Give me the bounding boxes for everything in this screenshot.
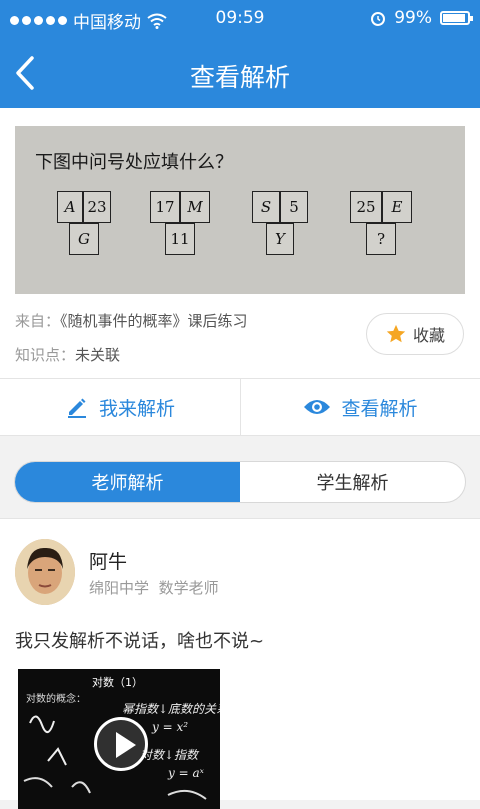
video-line4: y = aˣ — [167, 766, 205, 780]
video-line3: 对数↓指数 — [140, 748, 200, 762]
knowledge-line: 知识点：未关联 — [15, 344, 120, 365]
video-thumbnail[interactable]: 对数（1） 对数的概念： 幂指数↓底数的关系 y = x² 对数↓指数 y = … — [18, 669, 220, 809]
puzzle-cell: 23 — [83, 191, 111, 223]
source-label: 来自： — [15, 312, 61, 330]
question-image[interactable]: 下图中问号处应填什么？ A 23 G 17 M 11 S 5 Y 25 E ? — [15, 126, 465, 294]
knowledge-value: 未关联 — [75, 346, 121, 364]
knowledge-label: 知识点： — [15, 346, 76, 364]
question-prompt: 下图中问号处应填什么？ — [35, 152, 233, 173]
avatar[interactable] — [15, 539, 75, 605]
battery-icon — [440, 11, 473, 25]
view-analysis-button[interactable]: 查看解析 — [240, 379, 480, 435]
puzzle-cell: 11 — [165, 223, 195, 255]
play-icon[interactable] — [94, 717, 148, 771]
author-name: 阿牛 — [89, 551, 128, 573]
video-concept: 对数的概念： — [26, 692, 86, 705]
source-value[interactable]: 《随机事件的概率》课后练习 — [60, 312, 248, 330]
pencil-icon — [67, 398, 86, 418]
tab-teacher[interactable]: 老师解析 — [15, 462, 240, 502]
favorite-button[interactable]: 收藏 — [366, 313, 464, 355]
puzzle-cell: 25 — [350, 191, 382, 223]
author-role: 数学老师 — [158, 579, 219, 597]
source-line: 来自：《随机事件的概率》课后练习 — [15, 310, 248, 331]
star-icon — [386, 324, 406, 343]
video-line1: 幂指数↓底数的关系 — [122, 702, 220, 716]
eye-icon — [304, 400, 331, 414]
video-line2: y = x² — [151, 720, 188, 734]
puzzle-cell: S — [252, 191, 280, 223]
author-school: 绵阳中学 — [89, 579, 150, 597]
action-bar: 我来解析 查看解析 — [0, 378, 480, 436]
puzzle-cell: ? — [366, 223, 396, 255]
puzzle-cell: E — [382, 191, 412, 223]
analysis-item: 阿牛 绵阳中学 数学老师 我只发解析不说话，啥也不说~ 对数（1） 对数的概念：… — [0, 518, 480, 809]
puzzle-cell: 5 — [280, 191, 308, 223]
puzzle-cell: M — [180, 191, 210, 223]
status-bar: 中国移动 09:59 99% — [0, 0, 480, 38]
analysis-tabs: 老师解析 学生解析 — [14, 461, 466, 503]
question-card: 下图中问号处应填什么？ A 23 G 17 M 11 S 5 Y 25 E ? … — [0, 108, 480, 378]
page-title: 查看解析 — [189, 63, 290, 92]
puzzle-cell: 17 — [150, 191, 180, 223]
favorite-label: 收藏 — [412, 326, 445, 345]
puzzle-cell: A — [57, 191, 83, 223]
view-analysis-label: 查看解析 — [341, 397, 418, 420]
nav-bar: 查看解析 — [0, 38, 480, 108]
puzzle-cell: G — [69, 223, 99, 255]
battery-percent: 99% — [394, 8, 432, 28]
tab-student[interactable]: 学生解析 — [240, 462, 465, 502]
video-title: 对数（1） — [92, 675, 143, 689]
my-analysis-button[interactable]: 我来解析 — [0, 379, 240, 435]
alarm-icon — [371, 12, 386, 26]
my-analysis-label: 我来解析 — [98, 397, 175, 420]
puzzle-cell: Y — [266, 223, 294, 255]
author-info: 绵阳中学 数学老师 — [89, 577, 219, 598]
analysis-text: 我只发解析不说话，啥也不说~ — [15, 631, 265, 652]
